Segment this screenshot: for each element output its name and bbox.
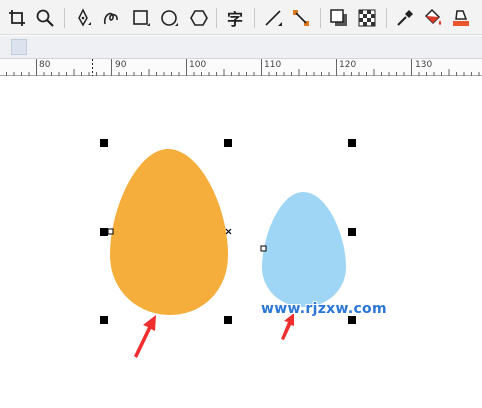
property-bar-slot[interactable]: [11, 39, 27, 55]
text-tool-button[interactable]: 字: [224, 7, 246, 29]
connector-tool-button[interactable]: [290, 7, 312, 29]
toolbar-separator: [320, 8, 321, 28]
toolbar-separator: [216, 8, 217, 28]
pen-tool-button[interactable]: [72, 7, 94, 29]
ruler-label-80: 80: [39, 60, 51, 70]
curve-icon: [103, 12, 118, 25]
blue-egg-shape[interactable]: [262, 192, 346, 307]
selection-handle[interactable]: [224, 139, 232, 147]
toolbar-separator: [386, 8, 387, 28]
rectangle-icon: [133, 10, 150, 26]
selection-handle[interactable]: [348, 228, 356, 236]
property-bar: [0, 36, 482, 59]
selection-handle[interactable]: [348, 139, 356, 147]
eyedropper-tool-button[interactable]: [394, 7, 416, 29]
hexagon-icon: [190, 10, 208, 26]
checkerboard-icon: [358, 9, 376, 27]
paint-bucket-icon: [424, 8, 442, 25]
transparency-tool-button[interactable]: [356, 7, 378, 29]
ellipse-tool-button[interactable]: [158, 7, 180, 29]
diagonal-line-icon: [265, 10, 282, 26]
pen-nib-icon: [78, 8, 91, 27]
connector-icon: [293, 10, 309, 26]
drop-shadow-icon: [330, 9, 347, 26]
smart-fill-tool-button[interactable]: [450, 7, 472, 29]
toolbar-separator: [254, 8, 255, 28]
horizontal-ruler[interactable]: 80 90 100 110 120 130: [0, 59, 482, 76]
path-node[interactable]: [260, 245, 267, 252]
line-tool-button[interactable]: [262, 7, 284, 29]
ruler-label-120: 120: [339, 60, 357, 70]
smart-fill-icon: [453, 10, 469, 26]
red-arrow-pointer: [134, 315, 156, 358]
shadow-tool-button[interactable]: [328, 7, 350, 29]
center-marker: [225, 228, 232, 235]
freehand-tool-button[interactable]: [100, 7, 122, 29]
ruler-label-130: 130: [415, 60, 433, 70]
toolbox-bar: 字: [0, 0, 482, 35]
selection-handle[interactable]: [348, 316, 356, 324]
selection-handle[interactable]: [100, 139, 108, 147]
zoom-tool-button[interactable]: [34, 7, 56, 29]
watermark-text: www.rjzxw.com: [261, 301, 387, 317]
crop-icon: [9, 10, 25, 26]
ruler-label-90: 90: [115, 60, 127, 70]
canvas-artwork: [100, 139, 356, 358]
fill-tool-button[interactable]: [422, 7, 444, 29]
ellipse-icon: [161, 10, 178, 26]
eyedropper-icon: [397, 10, 413, 26]
ruler-label-110: 110: [264, 60, 282, 70]
drawing-canvas[interactable]: www.rjzxw.com: [0, 77, 482, 408]
selection-handle[interactable]: [224, 316, 232, 324]
orange-egg-shape[interactable]: [110, 149, 228, 315]
polygon-tool-button[interactable]: [188, 7, 210, 29]
rectangle-tool-button[interactable]: [130, 7, 152, 29]
ruler-ticks: [6, 59, 480, 76]
selection-handle[interactable]: [100, 228, 108, 236]
magnifier-icon: [36, 9, 54, 27]
text-char-icon: 字: [226, 10, 243, 29]
selection-handle[interactable]: [100, 316, 108, 324]
ruler-label-100: 100: [189, 60, 207, 70]
toolbar-separator: [64, 8, 65, 28]
crop-tool-button[interactable]: [6, 7, 28, 29]
path-node[interactable]: [107, 228, 114, 235]
red-arrow-pointer: [281, 313, 294, 340]
